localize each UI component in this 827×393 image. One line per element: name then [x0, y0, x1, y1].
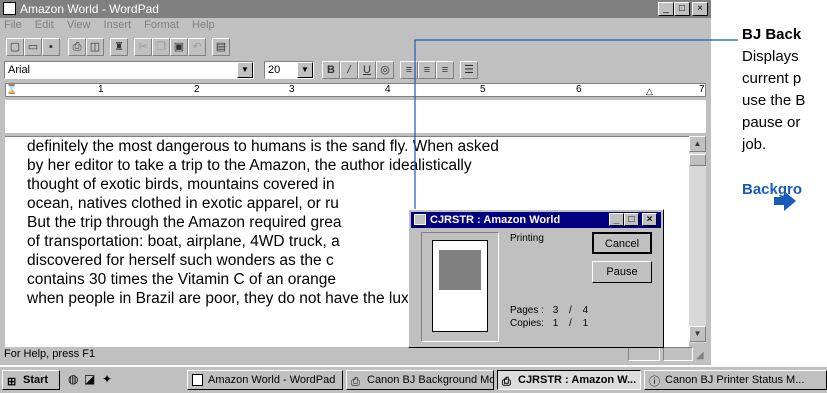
- task-label: Amazon World - WordPad: [208, 374, 336, 386]
- task-cjrstr[interactable]: ⎙ CJRSTR : Amazon W...: [497, 370, 641, 390]
- task-label: Canon BJ Printer Status M...: [665, 374, 805, 386]
- wordpad-task-icon: [192, 374, 203, 386]
- taskbar: ⊞ Start ◍ ◪ ✦ Amazon World - WordPad ⎙ C…: [0, 366, 827, 393]
- start-button[interactable]: ⊞ Start: [2, 370, 60, 390]
- channel-icon[interactable]: ✦: [102, 372, 112, 386]
- annotation-line: use the B: [742, 92, 806, 109]
- annotation-line: Displays: [742, 48, 799, 65]
- annotation-line: pause or: [742, 114, 801, 131]
- annotation-link[interactable]: Backgro: [742, 179, 805, 201]
- annotation-heading: BJ Back: [742, 26, 802, 43]
- callout-line: [414, 39, 738, 209]
- task-label: CJRSTR : Amazon W...: [518, 374, 637, 386]
- printer-task-icon: ⎙: [351, 376, 360, 388]
- task-label: Canon BJ Background Mo...: [367, 374, 494, 386]
- windows-logo-icon: ⊞: [7, 376, 17, 388]
- start-label: Start: [23, 374, 49, 386]
- desktop-icon[interactable]: ◍: [68, 372, 78, 386]
- callout-leader: [414, 39, 796, 211]
- annotation-line: current p: [742, 70, 802, 87]
- info-task-icon: ⓘ: [649, 376, 660, 388]
- task-wordpad[interactable]: Amazon World - WordPad: [187, 370, 343, 390]
- task-bj-background[interactable]: ⎙ Canon BJ Background Mo...: [346, 370, 494, 390]
- printer-task-icon: ⎙: [502, 376, 511, 388]
- task-printer-status[interactable]: ⓘ Canon BJ Printer Status M...: [644, 370, 827, 390]
- annotation: BJ Back Displays current p use the B pau…: [742, 24, 805, 201]
- annotation-line: job.: [742, 136, 767, 153]
- explorer-icon[interactable]: ◪: [84, 372, 95, 386]
